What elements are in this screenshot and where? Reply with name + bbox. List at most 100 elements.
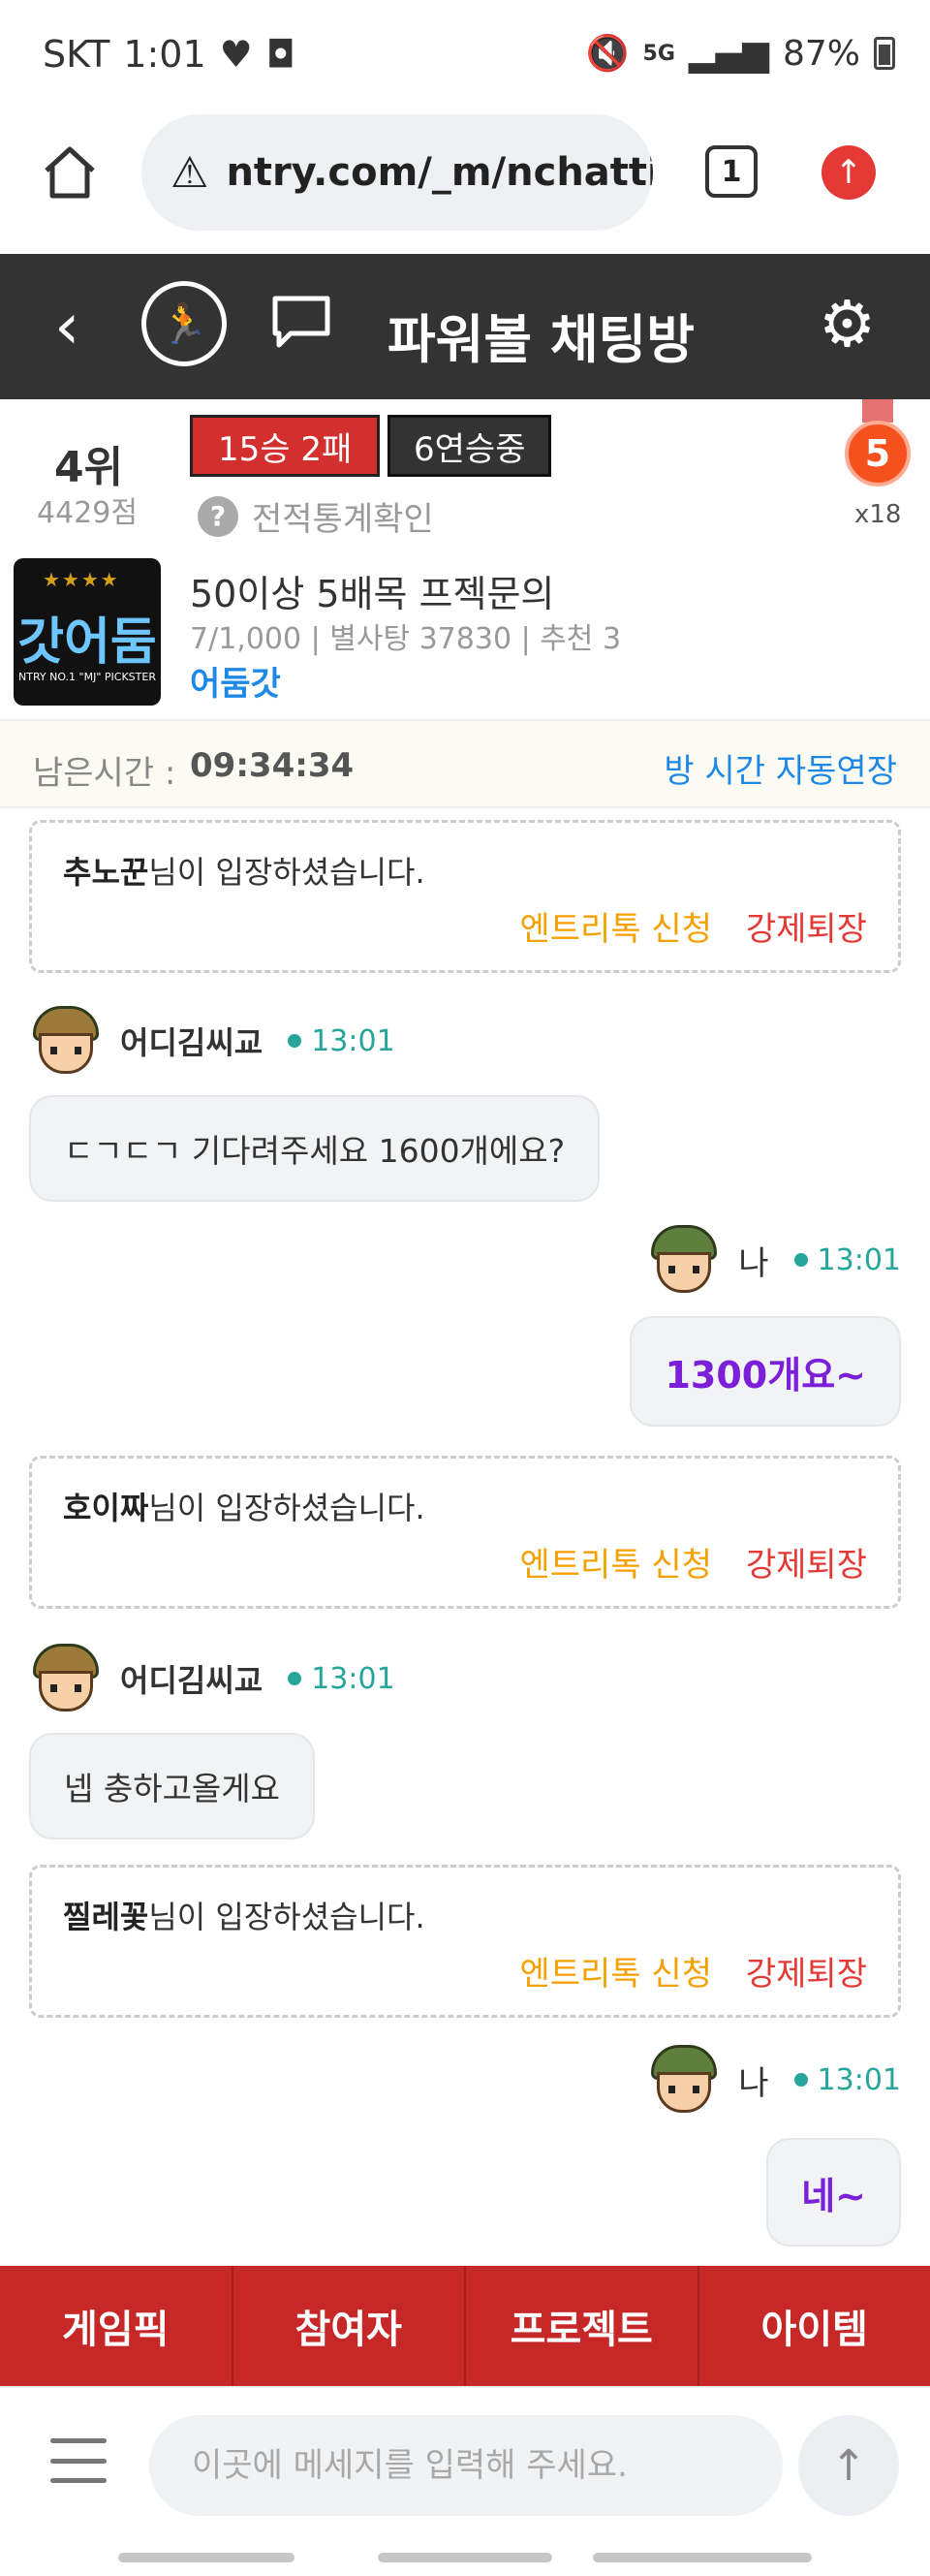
avatar[interactable] xyxy=(29,1642,103,1715)
stats-link-label: 전적통계확인 xyxy=(252,500,434,539)
kick-link[interactable]: 강제퇴장 xyxy=(746,1538,867,1586)
notice-user: 추노꾼 xyxy=(63,854,149,891)
rank-label: 4위 xyxy=(54,443,124,492)
kick-link[interactable]: 강제퇴장 xyxy=(746,902,867,950)
hamburger-menu-icon[interactable] xyxy=(50,2438,107,2483)
auto-extend-link[interactable]: 방 시간 자동연장 xyxy=(664,744,897,792)
host-name-link[interactable]: 어둠갓 xyxy=(190,657,281,705)
heart-icon: ♥ xyxy=(219,33,253,76)
medal-ribbon xyxy=(862,399,893,423)
app-header: ‹ 🏃 파워볼 채팅방 ⚙ xyxy=(0,254,930,399)
timer-label: 남은시간 : xyxy=(33,754,176,793)
notice-suffix: 님이 입장하셨습니다. xyxy=(148,1899,425,1935)
browser-toolbar: ⚠ ntry.com/_m/nchatti 1 ↑ xyxy=(0,107,930,252)
avatar[interactable] xyxy=(647,2043,721,2117)
message-time: 13:01 xyxy=(817,1242,901,1277)
message-input[interactable] xyxy=(149,2415,783,2516)
my-message-bubble: 네~ xyxy=(766,2138,901,2246)
home-icon[interactable] xyxy=(39,141,101,204)
room-meta: 7/1,000 | 별사탕 37830 | 추천 3 xyxy=(190,622,622,656)
join-notice: 추노꾼님이 입장하셨습니다. 엔트리톡 신청 강제퇴장 xyxy=(29,820,901,973)
gear-icon[interactable]: ⚙ xyxy=(819,293,876,357)
entry-talk-request-link[interactable]: 엔트리톡 신청 xyxy=(520,1947,713,1995)
battery-icon xyxy=(874,37,895,70)
record-badge: 15승 2패 xyxy=(190,415,381,477)
online-dot-icon xyxy=(288,1034,302,1048)
notice-text: 찔레꽃님이 입장하셨습니다. xyxy=(63,1893,425,1937)
notice-user: 호이짜 xyxy=(63,1490,149,1526)
tab-participants[interactable]: 참여자 xyxy=(233,2266,466,2386)
timer-bar: 남은시간 : 09:34:34 방 시간 자동연장 xyxy=(0,719,930,808)
message-time: 13:01 xyxy=(311,1661,395,1696)
address-bar[interactable]: ⚠ ntry.com/_m/nchatti xyxy=(141,114,653,231)
entry-talk-request-link[interactable]: 엔트리톡 신청 xyxy=(520,1538,713,1586)
send-arrow-icon[interactable]: ↑ xyxy=(798,2415,899,2516)
tab-project[interactable]: 프로젝트 xyxy=(466,2266,699,2386)
system-nav-bar xyxy=(0,2541,930,2576)
notice-text: 추노꾼님이 입장하셨습니다. xyxy=(63,848,425,893)
chat-area[interactable]: 추노꾼님이 입장하셨습니다. 엔트리톡 신청 강제퇴장 어디김씨교 13:01 … xyxy=(0,808,930,2266)
join-notice: 호이짜님이 입장하셨습니다. 엔트리톡 신청 강제퇴장 xyxy=(29,1456,901,1609)
online-dot-icon xyxy=(288,1672,302,1685)
tab-switcher-button[interactable]: 1 xyxy=(705,145,758,198)
back-arrow-icon[interactable]: ‹ xyxy=(54,295,79,359)
carrier-label: SKT xyxy=(43,33,110,76)
notice-text: 호이짜님이 입장하셨습니다. xyxy=(63,1484,425,1528)
network-label: 5G xyxy=(642,41,675,66)
online-dot-icon xyxy=(793,2073,808,2087)
question-icon: ? xyxy=(198,495,238,537)
clock: 1:01 xyxy=(123,33,206,76)
message-time: 13:01 xyxy=(817,2062,901,2097)
runner-logo-icon[interactable]: 🏃 xyxy=(141,281,227,366)
kick-link[interactable]: 강제퇴장 xyxy=(746,1947,867,1995)
alarm-icon: ◘ xyxy=(265,33,295,76)
medal-count: x18 xyxy=(854,500,902,529)
sender-name: 어디김씨교 xyxy=(120,1024,264,1061)
message-header: 어디김씨교 13:01 xyxy=(29,1004,395,1078)
bottom-tab-bar: 게임픽 참여자 프로젝트 아이템 xyxy=(0,2266,930,2386)
timer-value: 09:34:34 xyxy=(190,746,355,785)
room-name: 50이상 5배목 프젝문의 xyxy=(190,573,555,615)
url-text: ntry.com/_m/nchatti xyxy=(226,150,653,195)
signal-icon: ▂▄▆ xyxy=(688,33,769,74)
room-info: 4위 4429점 15승 2패 6연승중 ? 전적통계확인 5 x18 ★★★★… xyxy=(0,399,930,719)
tab-items[interactable]: 아이템 xyxy=(699,2266,930,2386)
medal-level: 5 xyxy=(845,421,911,487)
stats-link[interactable]: ? 전적통계확인 xyxy=(198,492,434,540)
status-bar: SKT 1:01 ♥ ◘ 🔇 5G ▂▄▆ 87% xyxy=(0,0,930,107)
avatar[interactable] xyxy=(647,1223,721,1297)
sender-name: 나 xyxy=(738,1243,769,1283)
message-header: 어디김씨교 13:01 xyxy=(29,1642,395,1715)
mute-icon: 🔇 xyxy=(585,34,630,74)
streak-badge: 6연승중 xyxy=(388,415,552,477)
nav-recents-handle[interactable] xyxy=(118,2553,294,2562)
avatar[interactable] xyxy=(29,1004,103,1078)
points-label: 4429점 xyxy=(37,496,138,530)
battery-label: 87% xyxy=(782,33,860,74)
thumbnail-subtext: NTRY NO.1 "MJ" PICKSTER xyxy=(18,671,156,683)
warning-icon: ⚠ xyxy=(170,147,209,198)
message-time: 13:01 xyxy=(311,1023,395,1058)
tab-game-pick[interactable]: 게임픽 xyxy=(0,2266,233,2386)
nav-back-handle[interactable] xyxy=(593,2553,812,2562)
nav-home-handle[interactable] xyxy=(378,2553,552,2562)
chat-bubble-icon[interactable] xyxy=(269,293,333,351)
my-message-header: 나 13:01 xyxy=(647,2043,901,2117)
message-bubble: 넵 충하고올게요 xyxy=(29,1733,316,1839)
page-title: 파워볼 채팅방 xyxy=(388,309,695,370)
entry-talk-request-link[interactable]: 엔트리톡 신청 xyxy=(520,902,713,950)
my-message-bubble: 1300개요~ xyxy=(630,1316,901,1427)
message-bubble: ㄷㄱㄷㄱ 기다려주세요 1600개에요? xyxy=(29,1095,601,1202)
join-notice: 찔레꽃님이 입장하셨습니다. 엔트리톡 신청 강제퇴장 xyxy=(29,1865,901,2018)
status-right: 🔇 5G ▂▄▆ 87% xyxy=(586,33,895,74)
notice-user: 찔레꽃 xyxy=(63,1899,149,1935)
message-input-bar: ↑ xyxy=(0,2386,930,2541)
sender-name: 어디김씨교 xyxy=(120,1662,264,1699)
notice-suffix: 님이 입장하셨습니다. xyxy=(148,854,425,891)
stars-icon: ★★★★ xyxy=(43,568,120,591)
medal-icon: 5 xyxy=(845,399,911,492)
sender-name: 나 xyxy=(738,2063,769,2103)
notice-suffix: 님이 입장하셨습니다. xyxy=(148,1490,425,1526)
status-left: SKT 1:01 ♥ ◘ xyxy=(43,33,295,76)
update-icon[interactable]: ↑ xyxy=(822,145,876,200)
